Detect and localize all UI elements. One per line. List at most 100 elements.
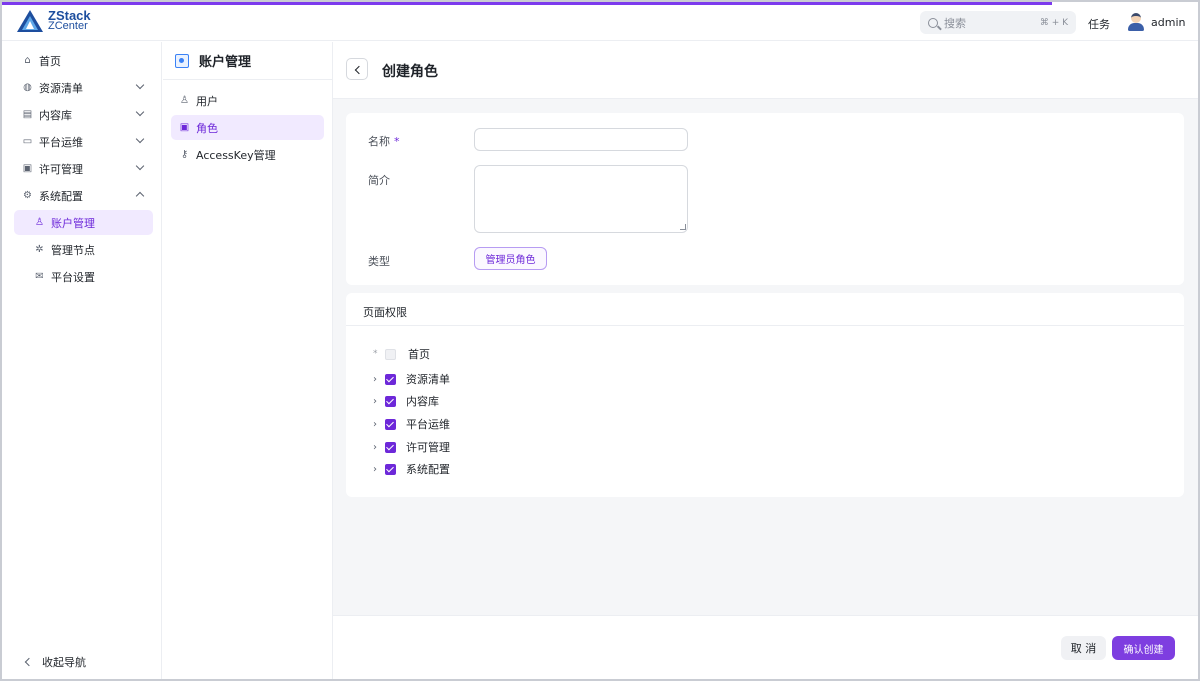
- checkbox-checked[interactable]: [385, 418, 396, 430]
- page-title: 创建角色: [382, 64, 438, 80]
- confirm-create-button[interactable]: 确认创建: [1112, 636, 1175, 660]
- zstack-logo-icon: [17, 10, 43, 32]
- sidebar-item-label: 管理节点: [51, 243, 95, 257]
- logo[interactable]: ZStack ZCenter: [16, 9, 91, 33]
- subpanel-item-label: 用户: [196, 94, 218, 108]
- name-label-text: 名称: [368, 135, 390, 148]
- sidebar-item-library[interactable]: ▤ 内容库: [14, 102, 153, 127]
- sidebar-item-label: 系统配置: [39, 189, 83, 203]
- chevron-right-icon[interactable]: ›: [373, 419, 385, 430]
- resize-handle-icon[interactable]: [680, 224, 686, 230]
- chevron-right-icon[interactable]: ›: [373, 464, 385, 475]
- sidebar: ⌂ 首页 ◍ 资源清单 ▤ 内容库 ▭ 平台运维 ▣ 许可管理 ⚙ 系统配置 ♙…: [2, 42, 162, 679]
- desc-label: 简介: [368, 174, 390, 187]
- account-book-icon: [175, 53, 189, 68]
- mail-icon: ✉: [35, 271, 44, 282]
- sidebar-item-label: 首页: [39, 54, 61, 68]
- required-mark: *: [394, 135, 400, 148]
- chevron-down-icon: [135, 80, 145, 90]
- sidebar-item-label: 资源清单: [39, 81, 83, 95]
- sidebar-item-label: 内容库: [39, 108, 72, 122]
- checkbox-checked[interactable]: [385, 441, 396, 453]
- chevron-up-icon: [135, 191, 145, 201]
- sidebar-item-home[interactable]: ⌂ 首页: [14, 48, 153, 73]
- chevron-right-icon[interactable]: ›: [373, 374, 385, 385]
- subpanel-item-users[interactable]: ♙ 用户: [171, 88, 324, 113]
- chevron-right-icon[interactable]: ›: [373, 442, 385, 453]
- user-menu[interactable]: admin: [1128, 13, 1185, 31]
- type-admin-role-option[interactable]: 管理员角色: [474, 247, 547, 270]
- app-window: ZStack ZCenter 搜索 ⌘ + K 任务 admin ⌂ 首页 ◍ …: [0, 0, 1200, 681]
- sidebar-item-label: 平台设置: [51, 270, 95, 284]
- tree-row-home: * 首页: [373, 345, 430, 363]
- library-icon: ▤: [22, 109, 33, 120]
- tree-row-label: 资源清单: [406, 373, 450, 386]
- collapse-nav-button[interactable]: 收起导航: [22, 654, 86, 670]
- main-content: 创建角色 名称 * 简介 类型 管理员角色 页面权限 * 首页 › 资源清单 ›…: [333, 42, 1198, 679]
- username: admin: [1151, 15, 1186, 29]
- tree-row-label: 平台运维: [406, 418, 450, 431]
- subpanel-item-label: AccessKey管理: [196, 148, 276, 162]
- name-input[interactable]: [474, 128, 688, 151]
- chevron-down-icon: [135, 161, 145, 171]
- checkbox-disabled: [385, 348, 396, 360]
- sidebar-item-accounts[interactable]: ♙ 账户管理: [14, 210, 153, 235]
- tree-row-library[interactable]: › 内容库: [373, 392, 439, 410]
- checkbox-checked[interactable]: [385, 395, 396, 407]
- search-shortcut: ⌘ + K: [1039, 17, 1068, 28]
- chevron-down-icon: [135, 134, 145, 144]
- tree-row-label: 许可管理: [406, 441, 450, 454]
- sidebar-item-nodes[interactable]: ✲ 管理节点: [14, 237, 153, 262]
- tree-row-label: 首页: [408, 348, 430, 361]
- subpanel-item-accesskey[interactable]: ⚷ AccessKey管理: [171, 142, 324, 167]
- tree-row-system[interactable]: › 系统配置: [373, 460, 450, 478]
- permissions-card: 页面权限 * 首页 › 资源清单 › 内容库 › 平台运维 › 许可管理 › 系…: [346, 293, 1184, 497]
- sidebar-item-platform-settings[interactable]: ✉ 平台设置: [14, 264, 153, 289]
- tree-row-label: 系统配置: [406, 463, 450, 476]
- name-label: 名称 *: [368, 133, 400, 149]
- checkbox-checked[interactable]: [385, 373, 396, 385]
- node-icon: ✲: [35, 244, 44, 255]
- sidebar-item-ops[interactable]: ▭ 平台运维: [14, 129, 153, 154]
- key-icon: ⚷: [180, 149, 189, 160]
- description-textarea[interactable]: [474, 165, 688, 233]
- chevron-right-icon[interactable]: ›: [373, 396, 385, 407]
- subpanel-item-label: 角色: [196, 121, 218, 135]
- divider: [163, 79, 332, 80]
- search-box[interactable]: 搜索 ⌘ + K: [920, 11, 1076, 34]
- type-label: 类型: [368, 255, 390, 268]
- divider: [346, 325, 1184, 326]
- user-icon: ♙: [180, 95, 189, 106]
- tree-row-label: 内容库: [406, 395, 439, 408]
- license-icon: ▣: [22, 163, 33, 174]
- checkbox-checked[interactable]: [385, 463, 396, 475]
- cancel-button[interactable]: 取 消: [1061, 636, 1106, 660]
- sidebar-item-label: 账户管理: [51, 216, 95, 230]
- search-icon: [928, 17, 938, 28]
- subpanel-title: 账户管理: [175, 51, 251, 70]
- account-subpanel: 账户管理 ♙ 用户 ▣ 角色 ⚷ AccessKey管理: [163, 42, 333, 679]
- subpanel-item-roles[interactable]: ▣ 角色: [171, 115, 324, 140]
- tree-row-ops[interactable]: › 平台运维: [373, 415, 450, 433]
- subpanel-title-text: 账户管理: [199, 55, 252, 70]
- sidebar-item-resources[interactable]: ◍ 资源清单: [14, 75, 153, 100]
- chevron-down-icon: [135, 107, 145, 117]
- form-footer: 取 消 确认创建: [333, 615, 1198, 679]
- tasks-link[interactable]: 任务: [1088, 16, 1110, 32]
- required-mark: *: [373, 349, 378, 359]
- user-icon: ♙: [35, 217, 44, 228]
- monitor-icon: ▭: [22, 136, 33, 147]
- role-icon: ▣: [179, 122, 190, 133]
- tree-row-resources[interactable]: › 资源清单: [373, 370, 450, 388]
- globe-icon: ◍: [23, 82, 32, 93]
- page-header: 创建角色: [333, 42, 1198, 99]
- tree-row-license[interactable]: › 许可管理: [373, 438, 450, 456]
- logo-text: ZStack ZCenter: [48, 9, 91, 32]
- sidebar-item-license[interactable]: ▣ 许可管理: [14, 156, 153, 181]
- chevron-left-icon: [24, 657, 34, 667]
- top-header: ZStack ZCenter 搜索 ⌘ + K 任务 admin: [2, 5, 1198, 41]
- back-button[interactable]: [346, 58, 368, 80]
- logo-line2: ZCenter: [48, 20, 88, 32]
- sidebar-item-system[interactable]: ⚙ 系统配置: [14, 183, 153, 208]
- sidebar-item-label: 平台运维: [39, 135, 83, 149]
